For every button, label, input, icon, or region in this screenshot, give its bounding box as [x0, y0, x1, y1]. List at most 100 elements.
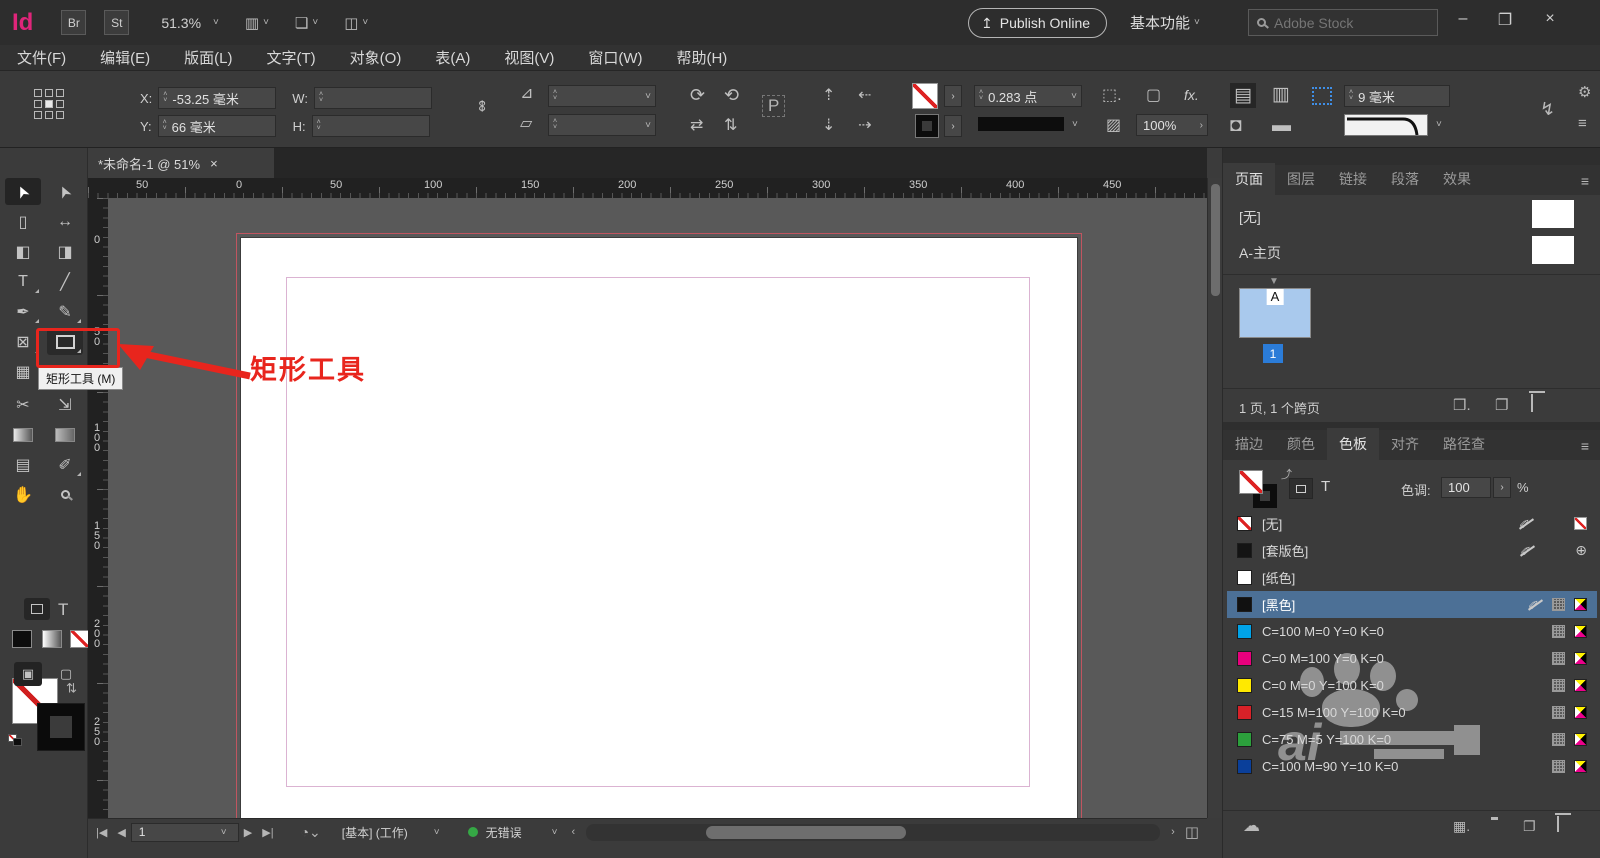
flip-horizontal-icon[interactable]: ⇄ — [690, 115, 703, 135]
corner-options-icon[interactable]: ⬚. — [1102, 85, 1122, 105]
new-spread-icon[interactable]: ❐ — [1495, 396, 1508, 414]
tab-layers[interactable]: 图层 — [1275, 163, 1327, 195]
fill-menu-button[interactable]: › — [944, 85, 962, 107]
panel-menu-icon[interactable]: ≡ — [1569, 432, 1600, 460]
edit-page-size-icon[interactable]: ❒. — [1453, 396, 1471, 414]
tab-swatches[interactable]: 色板 — [1327, 428, 1379, 460]
chevron-down-icon[interactable]: ˅ — [552, 827, 558, 838]
bridge-button[interactable]: Br — [61, 10, 86, 35]
restore-button[interactable]: ❐ — [1490, 10, 1520, 30]
close-document-icon[interactable]: × — [210, 156, 218, 171]
tab-pathfinder[interactable]: 路径查 — [1431, 428, 1497, 460]
quick-apply-icon[interactable]: ↯ — [1540, 99, 1555, 120]
formatting-affects-text-button[interactable]: T — [58, 600, 68, 620]
opacity-field[interactable]: › — [1136, 114, 1208, 136]
formatting-affects-container-button[interactable] — [1289, 478, 1313, 499]
wrap-jump-to-next-icon[interactable]: ▬ — [1272, 115, 1291, 137]
y-field[interactable]: ˄˅ — [158, 115, 276, 137]
type-tool[interactable]: T — [5, 268, 41, 295]
master-a-swatch[interactable] — [1532, 236, 1574, 264]
swatch-row-red[interactable]: C=15 M=100 Y=100 K=0 — [1227, 699, 1597, 726]
apply-none-button[interactable] — [70, 630, 90, 648]
rotate-ccw-icon[interactable]: ⟲ — [724, 85, 739, 106]
scale-y-field[interactable]: ˄˅˅ — [548, 114, 656, 136]
formatting-affects-text-button[interactable]: T — [1321, 478, 1330, 495]
preflight-profile[interactable]: [基本] (工作) — [342, 824, 408, 841]
horizontal-ruler[interactable]: 50 0 50 100 150 200 250 300 350 400 450 — [88, 178, 1207, 198]
tint-input[interactable] — [1446, 479, 1486, 496]
swatch-row-magenta[interactable]: C=0 M=100 Y=0 K=0 — [1227, 645, 1597, 672]
tint-field[interactable] — [1441, 477, 1491, 498]
preview-mode-button[interactable]: ▢ — [52, 662, 80, 686]
distribute-left-icon[interactable]: ⇠ — [858, 85, 871, 105]
y-input[interactable] — [170, 118, 271, 135]
delete-swatch-icon[interactable] — [1557, 816, 1559, 831]
vertical-scrollbar[interactable] — [1207, 178, 1222, 818]
scissors-tool[interactable]: ✂ — [5, 391, 41, 418]
wrap-jump-icon[interactable]: ◘ — [1230, 115, 1241, 137]
apply-gradient-button[interactable] — [42, 630, 62, 648]
stroke-menu-button[interactable]: › — [944, 115, 962, 137]
distribute-right-icon[interactable]: ⇢ — [858, 115, 871, 135]
document-page[interactable] — [241, 238, 1077, 818]
page-number-badge[interactable]: 1 — [1263, 344, 1283, 363]
stroke-weight-input[interactable] — [986, 88, 1067, 105]
vertical-scroll-thumb[interactable] — [1211, 184, 1220, 296]
menu-object[interactable]: 对象(O) — [333, 47, 419, 68]
default-fill-stroke-icon[interactable] — [8, 734, 24, 748]
arrange-documents-menu[interactable]: ◫˅ — [344, 14, 368, 32]
swatch-row-black[interactable]: [黑色] ✐ — [1227, 591, 1597, 618]
frame-fitting-icon[interactable] — [1312, 87, 1332, 105]
effects-fx-button[interactable]: fx. — [1184, 87, 1199, 103]
horizontal-scrollbar[interactable] — [586, 824, 1160, 841]
menu-window[interactable]: 窗口(W) — [571, 47, 659, 68]
vertical-ruler[interactable]: 0 50 100 150 200 250 — [88, 198, 108, 818]
last-page-button[interactable]: ▶| — [262, 826, 273, 839]
distribute-up-icon[interactable]: ⇡ — [822, 85, 835, 105]
wrap-none-icon[interactable]: ▤ — [1230, 83, 1256, 108]
preflight-menu-icon[interactable]: ◔⌄ — [301, 824, 321, 841]
first-page-button[interactable]: |◀ — [96, 826, 107, 839]
menu-file[interactable]: 文件(F) — [0, 47, 83, 68]
tab-paragraph[interactable]: 段落 — [1379, 163, 1431, 195]
corner-radius-field[interactable]: ˄˅ — [1344, 85, 1450, 107]
chevron-down-icon[interactable]: ˅ — [1436, 119, 1442, 130]
tab-color[interactable]: 颜色 — [1275, 428, 1327, 460]
swatch-row-registration[interactable]: [套版色] ✐⊕ — [1227, 537, 1597, 564]
x-field[interactable]: ˄˅ — [158, 87, 276, 109]
stroke-color-well[interactable] — [916, 115, 938, 137]
line-tool[interactable]: ╱ — [47, 268, 83, 295]
master-none-swatch[interactable] — [1532, 200, 1574, 228]
menu-type[interactable]: 文字(T) — [250, 47, 333, 68]
w-field[interactable]: ˄˅ — [314, 87, 432, 109]
note-tool[interactable]: ▤ — [5, 451, 41, 478]
tint-dropdown-button[interactable]: › — [1493, 477, 1511, 498]
screen-mode-menu[interactable]: ❏˅ — [295, 14, 318, 32]
constrain-proportions-icon[interactable]: ∞ — [473, 100, 491, 111]
page-tool[interactable]: ▯ — [5, 208, 41, 235]
search-input[interactable] — [1272, 14, 1412, 32]
fill-color-well[interactable] — [912, 83, 938, 109]
tab-effects[interactable]: 效果 — [1431, 163, 1483, 195]
gap-tool[interactable]: ↔ — [47, 208, 83, 235]
adobe-stock-search[interactable] — [1248, 9, 1438, 36]
swatch-views-icon[interactable]: ▦. — [1453, 818, 1470, 835]
distribute-down-icon[interactable]: ⇣ — [822, 115, 835, 135]
publish-online-button[interactable]: ↥ Publish Online — [968, 8, 1107, 38]
tab-align[interactable]: 对齐 — [1379, 428, 1431, 460]
swatch-row-cyan[interactable]: C=100 M=0 Y=0 K=0 — [1227, 618, 1597, 645]
menu-table[interactable]: 表(A) — [418, 47, 487, 68]
zoom-tool[interactable] — [47, 481, 83, 508]
minimize-button[interactable]: – — [1448, 10, 1478, 28]
swatch-row-blue[interactable]: C=100 M=90 Y=10 K=0 — [1227, 753, 1597, 780]
cc-libraries-sync-icon[interactable]: ☁ — [1243, 816, 1260, 836]
stock-button[interactable]: St — [104, 10, 129, 35]
spread-view-toggle-icon[interactable]: ◫ — [1185, 823, 1199, 841]
chevron-down-icon[interactable]: ˅ — [213, 17, 219, 28]
tab-stroke[interactable]: 描边 — [1223, 428, 1275, 460]
flip-vertical-icon[interactable]: ⇅ — [724, 115, 737, 135]
swatch-row-none[interactable]: [无] ✐ — [1227, 510, 1597, 537]
stroke-style-preview[interactable] — [1344, 114, 1428, 136]
gradient-feather-tool[interactable] — [47, 421, 83, 448]
swatch-row-paper[interactable]: [纸色] — [1227, 564, 1597, 591]
